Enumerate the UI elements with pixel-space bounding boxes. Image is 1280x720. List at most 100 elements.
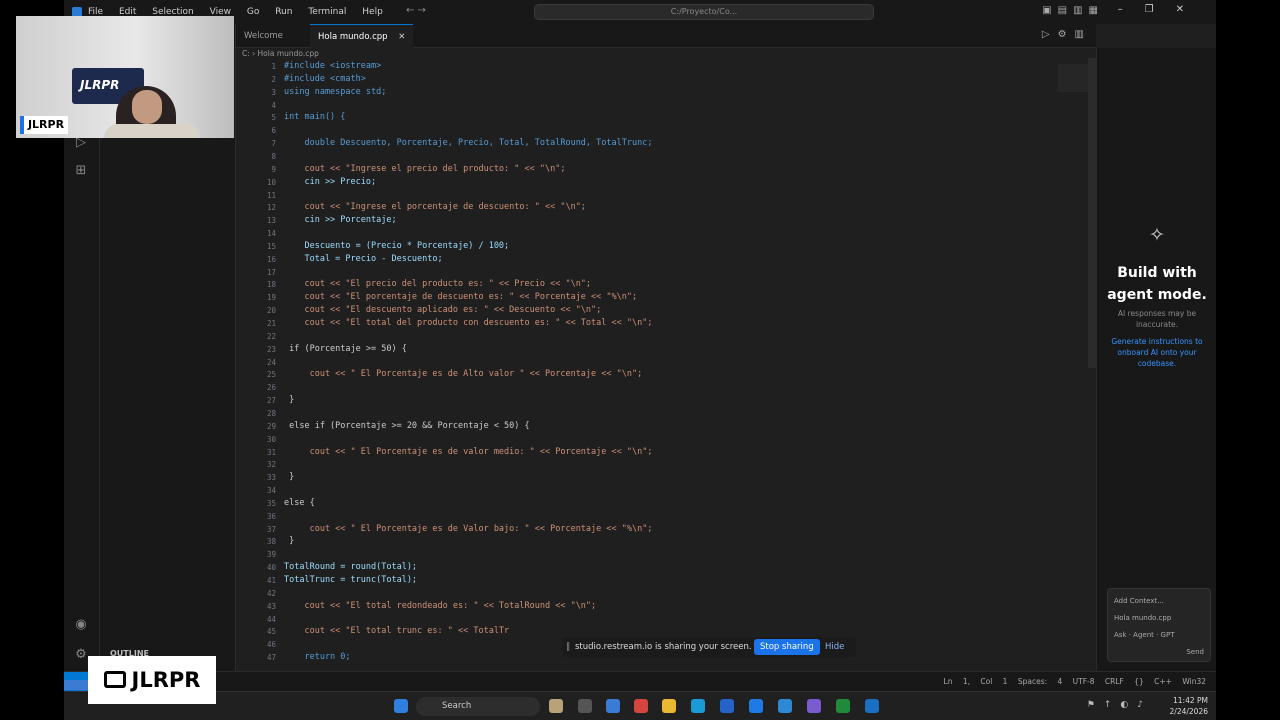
line-number: 34: [266, 486, 276, 496]
menu-terminal[interactable]: Terminal: [308, 7, 346, 17]
date: 2/24/2026: [1169, 707, 1208, 716]
person-face: [132, 90, 162, 124]
menu-run[interactable]: Run: [275, 7, 292, 17]
line-number: 36: [266, 511, 276, 521]
line-number: 43: [266, 601, 276, 611]
taskbar-search-label: Search: [442, 701, 472, 711]
line-number: 11: [266, 190, 276, 200]
line-number: 41: [266, 576, 276, 585]
layout-toggle-icons[interactable]: ▣▤▥▦: [1042, 5, 1104, 16]
line-number: 9: [271, 164, 276, 174]
code-line: cout << " El Porcentaje es de valor medi…: [284, 446, 653, 457]
code-line: #include <cmath>: [284, 73, 366, 84]
code-line: cout << "El precio del producto es: " <<…: [284, 279, 592, 290]
code-line: }: [284, 395, 295, 406]
time: 11:42 PM: [1173, 696, 1208, 705]
code-line: cin >> Porcentaje;: [284, 215, 397, 226]
code-line: cout << "El porcentaje de descuento es: …: [284, 292, 638, 303]
tab-hola-mundo[interactable]: Hola mundo.cpp ✕: [310, 24, 414, 48]
widget-icon[interactable]: [549, 699, 563, 713]
store-icon[interactable]: [606, 699, 620, 713]
line-number: 38: [266, 537, 276, 547]
menu-go[interactable]: Go: [247, 7, 259, 17]
line-number: 17: [266, 267, 276, 277]
line-number: 26: [266, 383, 276, 393]
visual-studio-icon[interactable]: [807, 699, 821, 713]
taskbar-search[interactable]: Search: [416, 697, 540, 716]
line-number: 40: [266, 563, 276, 573]
extensions-icon[interactable]: ⊞: [72, 162, 90, 180]
system-tray[interactable]: ⚑↑◐♪: [1087, 700, 1152, 710]
code-line: cout << "El total trunc es: " << TotalTr: [284, 626, 510, 637]
line-number: 2: [271, 74, 276, 84]
clock[interactable]: 11:42 PM 2/24/2026: [1170, 695, 1208, 717]
drag-handle-icon[interactable]: ‖: [566, 637, 570, 657]
line-number: 15: [266, 241, 276, 251]
editor-scrollbar[interactable]: [1088, 58, 1096, 368]
line-number: 29: [266, 421, 276, 431]
line-number: 5: [271, 113, 276, 123]
line-number: 47: [266, 653, 276, 663]
line-number: 46: [266, 640, 276, 650]
generate-instructions-link[interactable]: Generate instructions to onboard AI onto…: [1103, 336, 1211, 369]
chat-input-box[interactable]: Add Context... Hola mundo.cpp Ask · Agen…: [1107, 588, 1211, 662]
close-icon[interactable]: ✕: [398, 32, 405, 42]
monitor-icon: [103, 670, 126, 688]
brand-text: JLRPR: [131, 668, 201, 692]
editor-tabs: Welcome Hola mundo.cpp ✕ ▷⚙▥: [236, 24, 1096, 48]
task-view-icon[interactable]: [578, 699, 592, 713]
line-number: 27: [266, 396, 276, 406]
line-number: 4: [271, 100, 276, 110]
code-line: else {: [284, 497, 315, 508]
line-number: 28: [266, 408, 276, 418]
code-line: }: [284, 472, 295, 483]
brand-overlay: JLRPR: [88, 656, 216, 704]
excel-icon[interactable]: [836, 699, 850, 713]
window-controls[interactable]: –❐✕: [1118, 4, 1206, 15]
code-line: return 0;: [284, 652, 351, 663]
line-number: 35: [266, 498, 276, 508]
code-line: }: [284, 536, 295, 547]
line-number: 22: [266, 331, 276, 341]
code-line: if (Porcentaje >= 50) {: [284, 343, 407, 354]
menu-help[interactable]: Help: [362, 7, 383, 17]
vs-icon-1[interactable]: [778, 699, 792, 713]
title-bar: File Edit Selection View Go Run Terminal…: [64, 0, 1216, 24]
editor-actions[interactable]: ▷⚙▥: [1042, 29, 1092, 40]
chrome-icon[interactable]: [634, 699, 648, 713]
tab-welcome[interactable]: Welcome: [236, 24, 291, 48]
accent-strip: [64, 680, 88, 690]
status-right-items[interactable]: Ln 1, Col 1 Spaces: 4 UTF-8 CRLF {} C++ …: [944, 677, 1206, 686]
share-message: studio.restream.io is sharing your scree…: [575, 642, 752, 652]
context-file-chip[interactable]: Hola mundo.cpp: [1114, 610, 1204, 627]
chat-mode-selector[interactable]: Ask · Agent · GPT: [1114, 627, 1204, 644]
code-line: cout << " El Porcentaje es de Alto valor…: [284, 369, 643, 380]
breadcrumb[interactable]: C: › Hola mundo.cpp: [236, 49, 319, 58]
line-number: 45: [266, 627, 276, 637]
line-number: 37: [266, 524, 276, 534]
edge-icon[interactable]: [691, 699, 705, 713]
stop-sharing-button[interactable]: Stop sharing: [754, 639, 820, 655]
code-line: cout << "El total redondeado es: " << To…: [284, 600, 597, 611]
code-line: double Descuento, Porcentaje, Precio, To…: [284, 138, 653, 149]
nav-arrows[interactable]: ← →: [406, 5, 426, 16]
code-editor[interactable]: 1 #include <iostream> 2 #include <cmath> 3 us…: [236, 58, 1096, 678]
hide-button[interactable]: Hide: [825, 637, 844, 657]
code-line: TotalTrunc = trunc(Total);: [284, 575, 418, 585]
file-explorer-icon[interactable]: [662, 699, 676, 713]
dropbox-icon[interactable]: [720, 699, 734, 713]
command-center-search[interactable]: C:/Proyecto/Co...: [534, 4, 874, 20]
line-number: 13: [266, 216, 276, 226]
vscode-taskbar-icon[interactable]: [865, 699, 879, 713]
line-number: 1: [271, 62, 276, 71]
chat-title: Build with agent mode.: [1107, 265, 1207, 303]
code-line: cin >> Precio;: [284, 176, 377, 187]
outlook-icon[interactable]: [749, 699, 763, 713]
send-button[interactable]: Send: [1114, 644, 1204, 661]
start-icon[interactable]: [394, 699, 408, 713]
account-icon[interactable]: ◉: [72, 616, 90, 634]
line-number: 44: [266, 614, 276, 624]
add-context-button[interactable]: Add Context...: [1114, 593, 1204, 610]
line-number: 8: [271, 151, 276, 161]
minimap[interactable]: [1058, 64, 1088, 92]
